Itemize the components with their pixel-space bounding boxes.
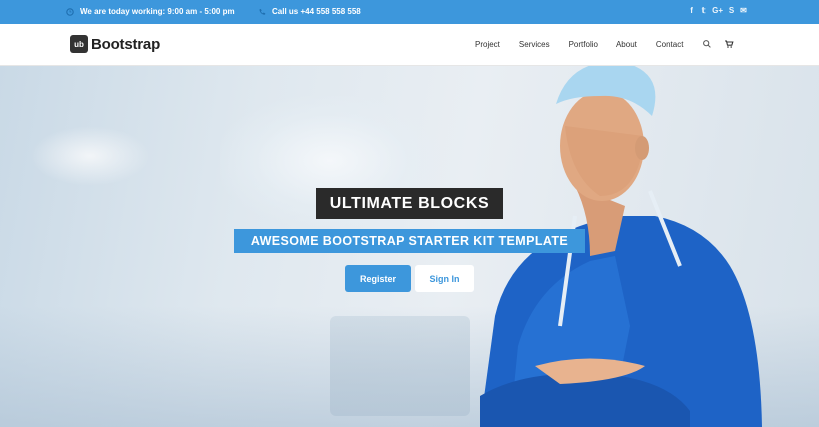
social-links: f 𝕥 G+ S ✉ <box>688 6 747 15</box>
site-logo[interactable]: ub Bootstrap <box>70 35 160 53</box>
hero-subtitle: AWESOME BOOTSTRAP STARTER KIT TEMPLATE <box>234 229 585 253</box>
facebook-icon[interactable]: f <box>688 6 695 15</box>
main-navbar: ub Bootstrap Project Services Portfolio … <box>0 24 819 66</box>
hero-section: ULTIMATE BLOCKS AWESOME BOOTSTRAP STARTE… <box>0 66 819 427</box>
nav-item-services[interactable]: Services <box>519 40 550 49</box>
logo-text: Bootstrap <box>91 35 161 53</box>
nav-item-project[interactable]: Project <box>475 40 500 49</box>
main-menu: Project Services Portfolio About Contact <box>475 40 746 49</box>
nav-item-about[interactable]: About <box>616 40 637 49</box>
nav-item-portfolio[interactable]: Portfolio <box>569 40 598 49</box>
sign-in-button[interactable]: Sign In <box>415 265 474 292</box>
logo-mark: ub <box>70 35 88 53</box>
phone-icon <box>259 8 266 15</box>
cart-icon[interactable] <box>724 39 734 49</box>
nav-item-contact[interactable]: Contact <box>656 40 684 49</box>
search-icon[interactable] <box>702 39 712 49</box>
skype-icon[interactable]: S <box>728 6 735 15</box>
twitter-icon[interactable]: 𝕥 <box>700 6 707 15</box>
top-info-bar: We are today working: 9:00 am - 5:00 pm … <box>0 0 819 24</box>
register-button[interactable]: Register <box>345 265 411 292</box>
phone-contact[interactable]: Call us +44 558 558 558 <box>258 7 361 16</box>
mail-icon[interactable]: ✉ <box>740 6 747 15</box>
phone-text: Call us +44 558 558 558 <box>272 7 361 16</box>
working-hours-text: We are today working: 9:00 am - 5:00 pm <box>80 7 235 16</box>
hero-content: ULTIMATE BLOCKS AWESOME BOOTSTRAP STARTE… <box>0 66 819 427</box>
hero-title: ULTIMATE BLOCKS <box>316 188 503 219</box>
clock-icon <box>66 7 74 16</box>
working-hours: We are today working: 9:00 am - 5:00 pm <box>66 7 235 16</box>
google-plus-icon[interactable]: G+ <box>712 6 723 15</box>
